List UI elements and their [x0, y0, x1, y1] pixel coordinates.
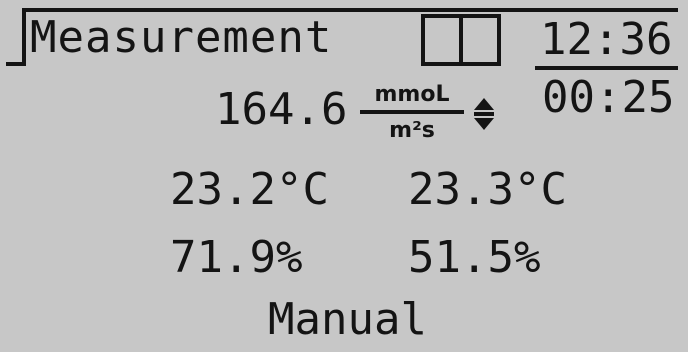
unit-denominator: m²s [389, 118, 435, 143]
clock-time: 12:36 [540, 14, 673, 65]
elapsed-time: 00:25 [542, 72, 675, 123]
temperature-reading-2: 23.3°C [408, 164, 567, 215]
battery-icon [421, 14, 501, 66]
humidity-reading-2: 51.5% [408, 232, 541, 283]
unit-numerator: mmoL [374, 82, 450, 107]
temperature-reading-1: 23.2°C [170, 164, 329, 215]
title-frame-tick [6, 62, 26, 66]
clock-divider [535, 66, 678, 70]
title-frame-left [22, 8, 26, 66]
measurement-mode[interactable]: Manual [268, 294, 427, 346]
screen-title: Measurement [30, 12, 333, 63]
humidity-reading-1: 71.9% [170, 232, 303, 283]
lcd-screen: Measurement 12:36 00:25 164.6 mmoL m²s 2… [0, 0, 688, 352]
flux-unit: mmoL m²s [356, 82, 468, 152]
flux-value: 164.6 [215, 84, 348, 135]
up-down-arrows-icon[interactable] [472, 96, 496, 132]
unit-fraction-bar [360, 110, 464, 114]
